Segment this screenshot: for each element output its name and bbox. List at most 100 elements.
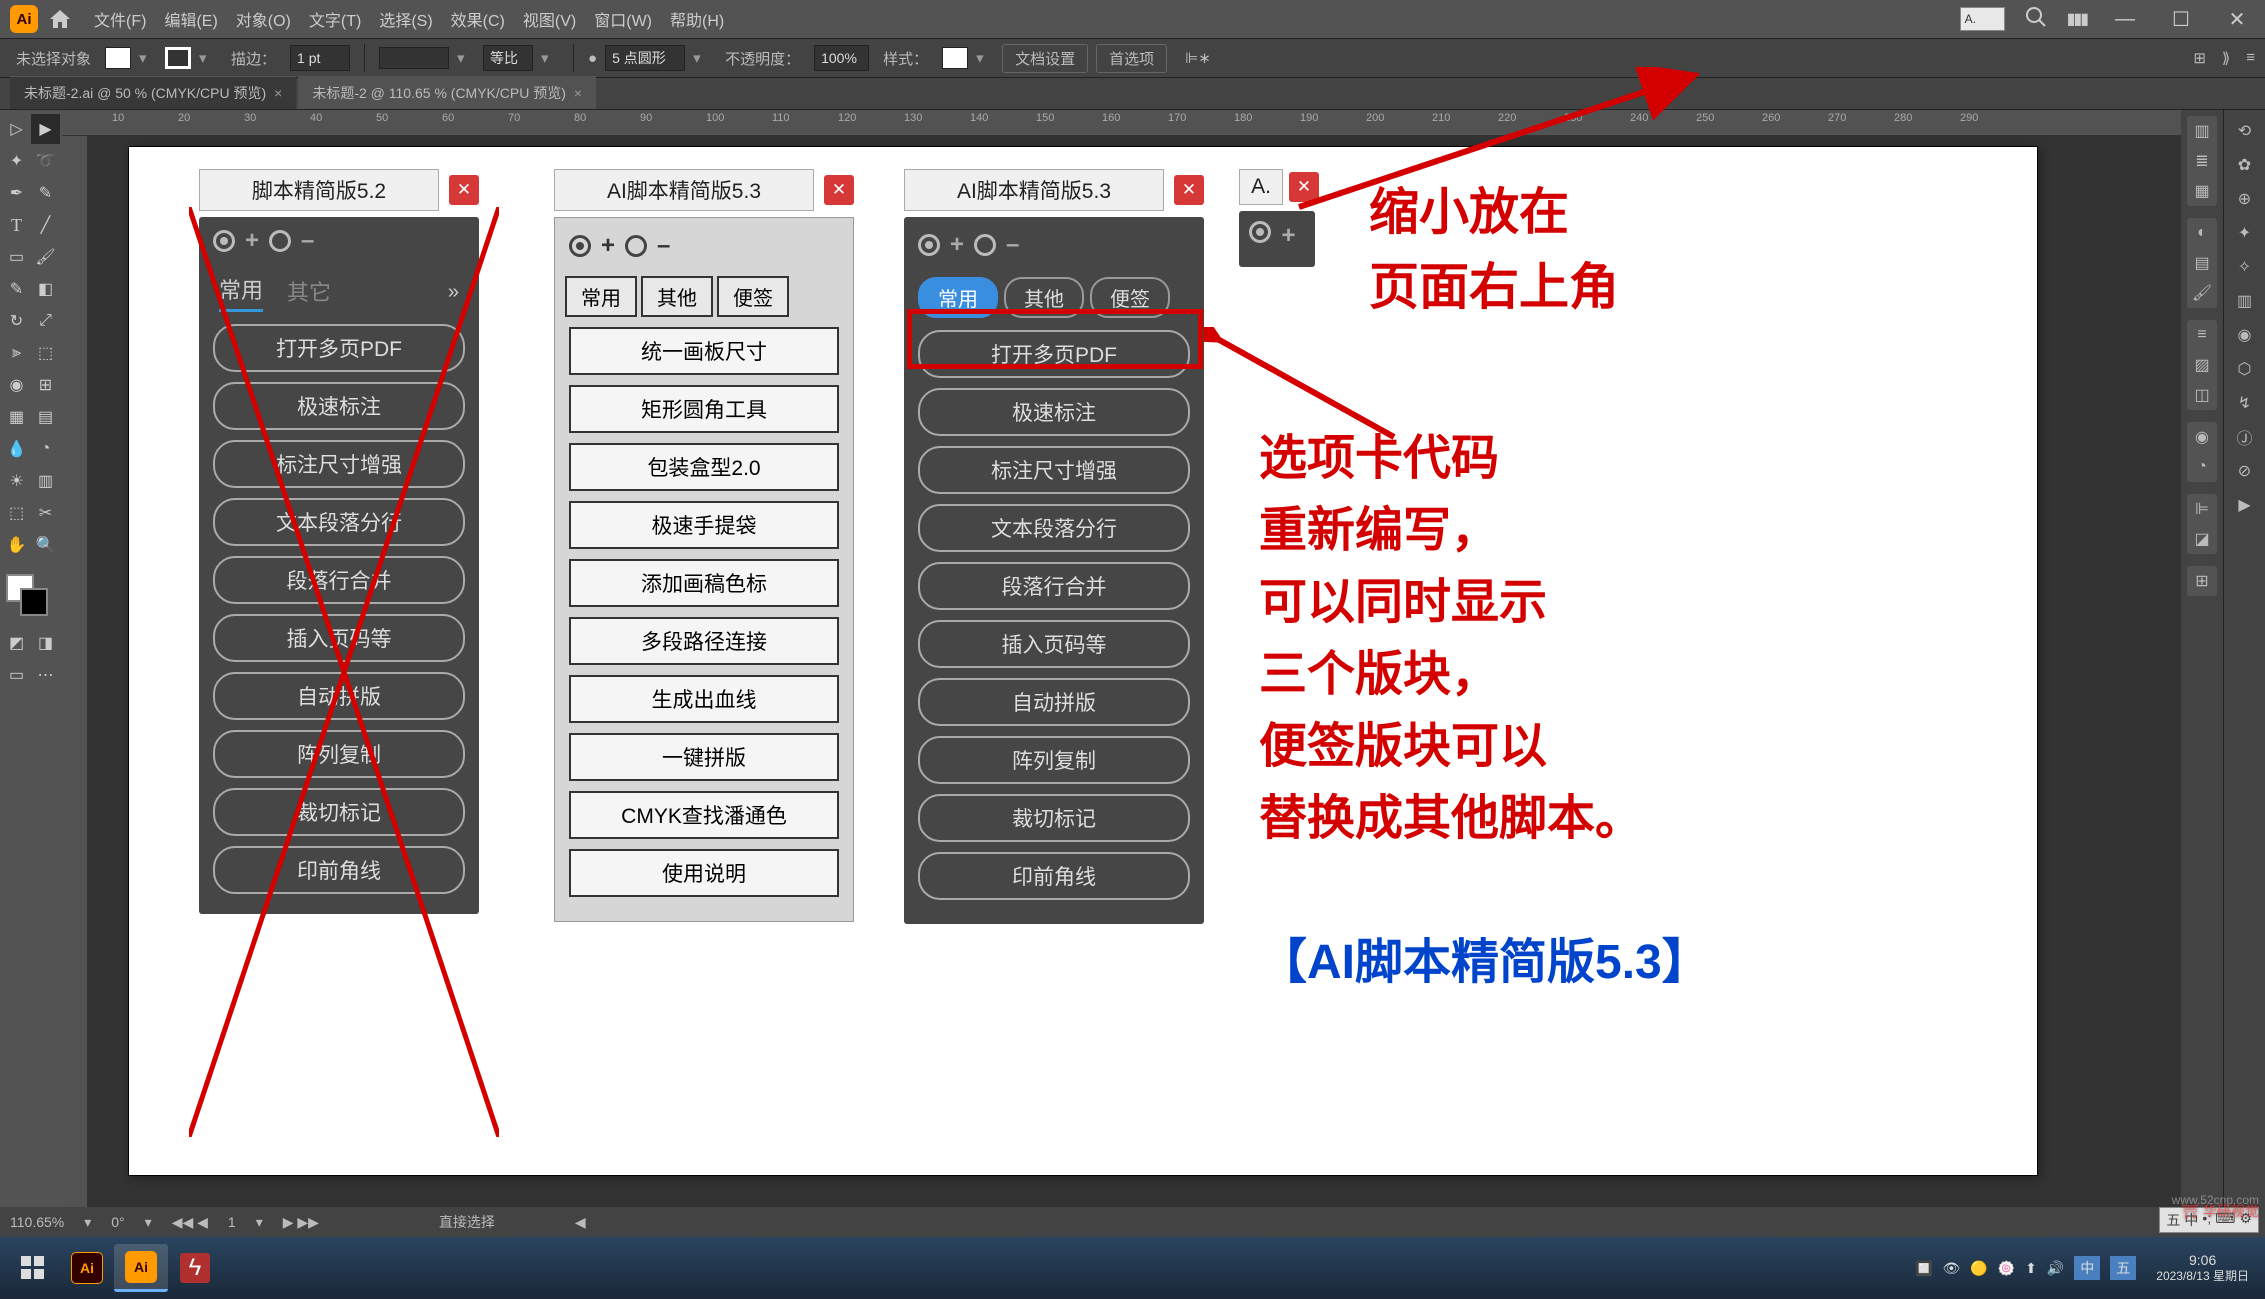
script-button[interactable]: 极速标注 — [918, 388, 1190, 436]
tab-notes[interactable]: 便签 — [717, 276, 789, 317]
pathfinder-panel-icon[interactable]: ◪ — [2187, 524, 2217, 554]
panel-collapse-icon[interactable]: ⟫ — [2222, 49, 2230, 67]
panel52-close[interactable]: ✕ — [449, 175, 479, 205]
tray-ime[interactable]: 中 — [2074, 1256, 2100, 1280]
tray-ime-2[interactable]: 五 — [2110, 1256, 2136, 1280]
tray-icon[interactable]: 🔲 — [1915, 1260, 1932, 1277]
radio-icon[interactable] — [625, 235, 647, 257]
menu-file[interactable]: 文件(F) — [94, 7, 146, 31]
ime-icon[interactable]: 五 — [2166, 1210, 2180, 1230]
script-button[interactable]: 多段路径连接 — [569, 617, 839, 665]
script-button[interactable]: 裁切标记 — [213, 788, 465, 836]
plus-icon[interactable]: + — [950, 231, 964, 259]
magic-wand-tool[interactable]: ✦ — [2, 146, 31, 176]
home-icon[interactable] — [46, 5, 74, 33]
tray-icon[interactable]: 👁 — [1942, 1260, 1960, 1277]
maximize-button[interactable]: ☐ — [2163, 7, 2199, 32]
script-button[interactable]: 文本段落分行 — [918, 504, 1190, 552]
brushes-panel-icon[interactable]: 🖌 — [2187, 278, 2217, 308]
align-panel-icon[interactable]: ⊫ — [2187, 494, 2217, 524]
extra-icon[interactable]: ✧ — [2230, 252, 2260, 282]
menu-window[interactable]: 窗口(W) — [594, 7, 652, 31]
task-ai-1[interactable]: Ai — [60, 1244, 114, 1292]
tray-icon[interactable]: 🟡 — [1970, 1260, 1987, 1277]
menu-type[interactable]: 文字(T) — [309, 7, 361, 31]
slice-tool[interactable]: ✂ — [31, 498, 60, 528]
stroke-panel-icon[interactable]: ≡ — [2187, 320, 2217, 350]
line-tool[interactable]: ╱ — [31, 210, 60, 240]
edit-toolbar-button[interactable]: ⋯ — [31, 660, 60, 690]
menu-select[interactable]: 选择(S) — [379, 7, 432, 31]
radio-icon[interactable] — [1249, 221, 1271, 243]
extra-icon[interactable]: ⬡ — [2230, 354, 2260, 384]
graphic-styles-panel-icon[interactable]: ◔ — [2187, 452, 2217, 482]
artboard-nav-next[interactable]: ▶ ▶▶ — [283, 1214, 319, 1231]
menu-help[interactable]: 帮助(H) — [670, 7, 724, 31]
doc-tab-2[interactable]: 未标题-2 @ 110.65 % (CMYK/CPU 预览)× — [298, 76, 596, 109]
close-button[interactable]: ✕ — [2219, 7, 2255, 32]
curvature-tool[interactable]: ✎ — [31, 178, 60, 208]
script-button[interactable]: 段落行合并 — [918, 562, 1190, 610]
appearance-panel-icon[interactable]: ◉ — [2187, 422, 2217, 452]
radio-icon[interactable] — [569, 235, 591, 257]
libraries-panel-icon[interactable]: ▦ — [2187, 176, 2217, 206]
script-button[interactable]: 添加画稿色标 — [569, 559, 839, 607]
swatches-panel-icon[interactable]: ▤ — [2187, 248, 2217, 278]
plus-icon[interactable]: + — [601, 232, 615, 260]
scroll-left-icon[interactable]: ◀ — [575, 1214, 586, 1231]
tab-notes[interactable]: 便签 — [1090, 277, 1170, 318]
script-button[interactable]: 自动拼版 — [213, 672, 465, 720]
rotation[interactable]: 0° — [111, 1214, 124, 1230]
fill-swatch[interactable] — [105, 47, 131, 69]
artboard-number[interactable]: 1 — [228, 1214, 236, 1230]
stroke-swatch[interactable] — [165, 47, 191, 69]
script-button[interactable]: CMYK查找潘通色 — [569, 791, 839, 839]
script-button[interactable]: 裁切标记 — [918, 794, 1190, 842]
extra-icon[interactable]: ✦ — [2230, 218, 2260, 248]
tab-common[interactable]: 常用 — [918, 277, 998, 318]
radio-icon[interactable] — [213, 230, 235, 252]
screen-mode-button[interactable]: ▭ — [2, 660, 31, 690]
perspective-tool[interactable]: ⊞ — [31, 370, 60, 400]
lasso-tool[interactable]: ➰ — [31, 146, 60, 176]
draw-mode-button[interactable]: ◨ — [31, 628, 60, 658]
script-button[interactable]: 段落行合并 — [213, 556, 465, 604]
radio-icon[interactable] — [974, 234, 996, 256]
tray-volume-icon[interactable]: 🔊 — [2047, 1260, 2064, 1277]
hand-tool[interactable]: ✋ — [2, 530, 31, 560]
pen-tool[interactable]: ✒ — [2, 178, 31, 208]
zoom-level[interactable]: 110.65% — [10, 1214, 64, 1230]
script-button[interactable]: 插入页码等 — [918, 620, 1190, 668]
uniform-input[interactable] — [483, 45, 533, 71]
script-button[interactable]: 包装盒型2.0 — [569, 443, 839, 491]
doc-setup-button[interactable]: 文档设置 — [1002, 44, 1088, 73]
task-app[interactable]: ϟ — [168, 1244, 222, 1292]
search-icon[interactable] — [2025, 6, 2047, 33]
artboard-tool[interactable]: ⬚ — [2, 498, 31, 528]
script-button[interactable]: 文本段落分行 — [213, 498, 465, 546]
transparency-panel-icon[interactable]: ◫ — [2187, 380, 2217, 410]
width-tool[interactable]: ⫸ — [2, 338, 31, 368]
arrange-icon[interactable]: ▮▮▮ — [2067, 9, 2087, 29]
script-button[interactable]: 印前角线 — [213, 846, 465, 894]
tab-common[interactable]: 常用 — [565, 276, 637, 317]
minus-icon[interactable]: – — [657, 232, 670, 260]
extra-icon[interactable]: ✿ — [2230, 150, 2260, 180]
extra-icon[interactable]: ▥ — [2230, 286, 2260, 316]
shape-builder-tool[interactable]: ◉ — [2, 370, 31, 400]
scale-tool[interactable]: ⤢ — [31, 306, 60, 336]
task-ai-2[interactable]: Ai — [114, 1244, 168, 1292]
tray-icon[interactable]: ⬆ — [2025, 1260, 2037, 1277]
doc-tab-1[interactable]: 未标题-2.ai @ 50 % (CMYK/CPU 预览)× — [10, 76, 296, 109]
rectangle-tool[interactable]: ▭ — [2, 242, 31, 272]
menu-object[interactable]: 对象(O) — [236, 7, 291, 31]
minus-icon[interactable]: – — [301, 227, 314, 255]
script-button[interactable]: 一键拼版 — [569, 733, 839, 781]
script-button[interactable]: 矩形圆角工具 — [569, 385, 839, 433]
tray-icon[interactable]: 🍥 — [1998, 1260, 2015, 1277]
tab-close-icon[interactable]: × — [574, 85, 582, 101]
direct-selection-tool[interactable]: ▶ — [31, 114, 60, 144]
tab-other[interactable]: 其它 — [287, 275, 331, 311]
minus-icon[interactable]: – — [1006, 231, 1019, 259]
extra-icon[interactable]: ▶ — [2230, 490, 2260, 520]
